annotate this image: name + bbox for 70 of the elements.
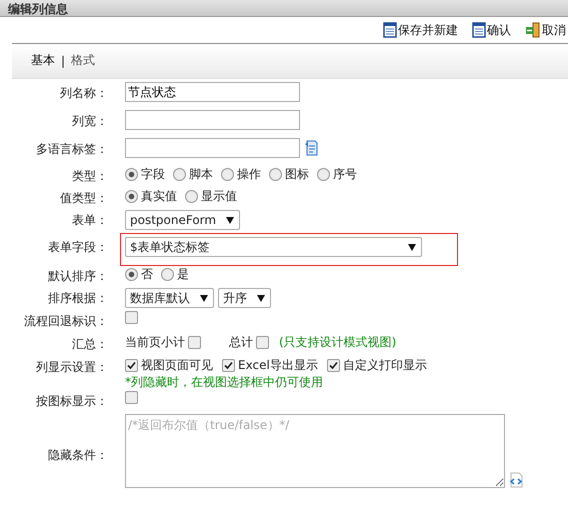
checkbox-label: 总计 [229, 334, 253, 351]
field-label: 多语言标签： [35, 141, 108, 158]
field-label: 列名称： [59, 85, 108, 102]
condition-textarea[interactable]: /*返回布尔值（true/false）*/ [125, 414, 505, 488]
dropdown[interactable]: postponeForm [125, 210, 240, 230]
checkbox-label: Excel导出显示 [238, 357, 318, 374]
field-label: 按图标显示： [35, 393, 108, 410]
text-field[interactable] [125, 138, 300, 158]
toolbar-button[interactable]: 保存并新建 [383, 22, 458, 38]
document-icon [383, 22, 397, 38]
checkbox-label: 当前页小计 [125, 334, 185, 351]
field-label: 值类型： [59, 190, 108, 207]
radio-label: 操作 [237, 166, 261, 183]
radio-button[interactable] [173, 168, 186, 181]
toolbar-button[interactable]: 确认 [472, 22, 511, 38]
text-field[interactable]: 节点状态 [125, 82, 300, 102]
radio-label: 脚本 [189, 166, 213, 183]
tab[interactable]: 基本 [31, 52, 55, 70]
caret-icon [408, 244, 416, 250]
note-text: *列隐藏时，在视图选择框中仍可使用 [125, 374, 324, 391]
caret-icon [257, 294, 265, 302]
field-label: 默认排序： [47, 268, 108, 285]
checkbox[interactable] [326, 359, 340, 372]
radio-button[interactable] [125, 190, 138, 203]
field-label: 汇总： [71, 336, 108, 353]
caret-icon [226, 216, 234, 224]
field-label: 列宽： [71, 113, 108, 130]
radio-label: 图标 [285, 166, 309, 183]
radio-button[interactable] [125, 268, 138, 281]
radio-label: 真实值 [141, 188, 177, 205]
field-label: 类型： [71, 168, 108, 185]
field-label: 隐藏条件： [47, 446, 108, 464]
tab-separator: | [61, 54, 66, 68]
radio-button[interactable] [185, 190, 198, 203]
radio-button[interactable] [269, 168, 282, 181]
checkbox[interactable] [125, 359, 138, 372]
dropdown[interactable]: $表单状态标签 [125, 237, 422, 257]
radio-button[interactable] [221, 168, 234, 181]
radio-label: 否 [141, 266, 153, 283]
checkbox[interactable] [188, 336, 201, 349]
tab[interactable]: 格式 [71, 52, 96, 70]
radio-label: 是 [177, 266, 189, 283]
radio-label: 字段 [141, 166, 165, 183]
radio-button[interactable] [317, 168, 330, 181]
language-edit-icon[interactable] [304, 140, 318, 156]
field-label: 列显示设置： [35, 359, 108, 376]
radio-button[interactable] [161, 268, 174, 281]
field-label: 流程回退标识： [23, 313, 108, 330]
checkbox-label: 自定义打印显示 [342, 357, 427, 374]
cancel-button[interactable]: 取消 [525, 22, 566, 38]
caret-icon [200, 294, 208, 302]
radio-button[interactable] [125, 168, 138, 181]
dropdown[interactable]: 数据库默认 [125, 288, 214, 308]
radio-label: 显示值 [201, 188, 237, 205]
field-label: 表单： [71, 212, 108, 229]
radio-label: 序号 [333, 166, 357, 183]
checkbox[interactable] [125, 391, 138, 404]
checkbox[interactable] [125, 311, 138, 324]
dropdown[interactable]: 升序 [218, 288, 271, 308]
checkbox-label: 视图页面可见 [141, 357, 213, 374]
window-title: 编辑列信息 [8, 2, 68, 16]
checkbox[interactable] [222, 359, 235, 372]
door-exit-icon [525, 22, 541, 38]
note-text: (只支持设计模式视图) [279, 334, 396, 351]
document-icon [472, 22, 486, 38]
code-icon[interactable] [509, 472, 523, 488]
field-label: 排序根据： [47, 290, 108, 307]
field-label: 表单字段： [47, 239, 108, 256]
text-field[interactable] [125, 110, 300, 130]
checkbox[interactable] [256, 336, 269, 349]
